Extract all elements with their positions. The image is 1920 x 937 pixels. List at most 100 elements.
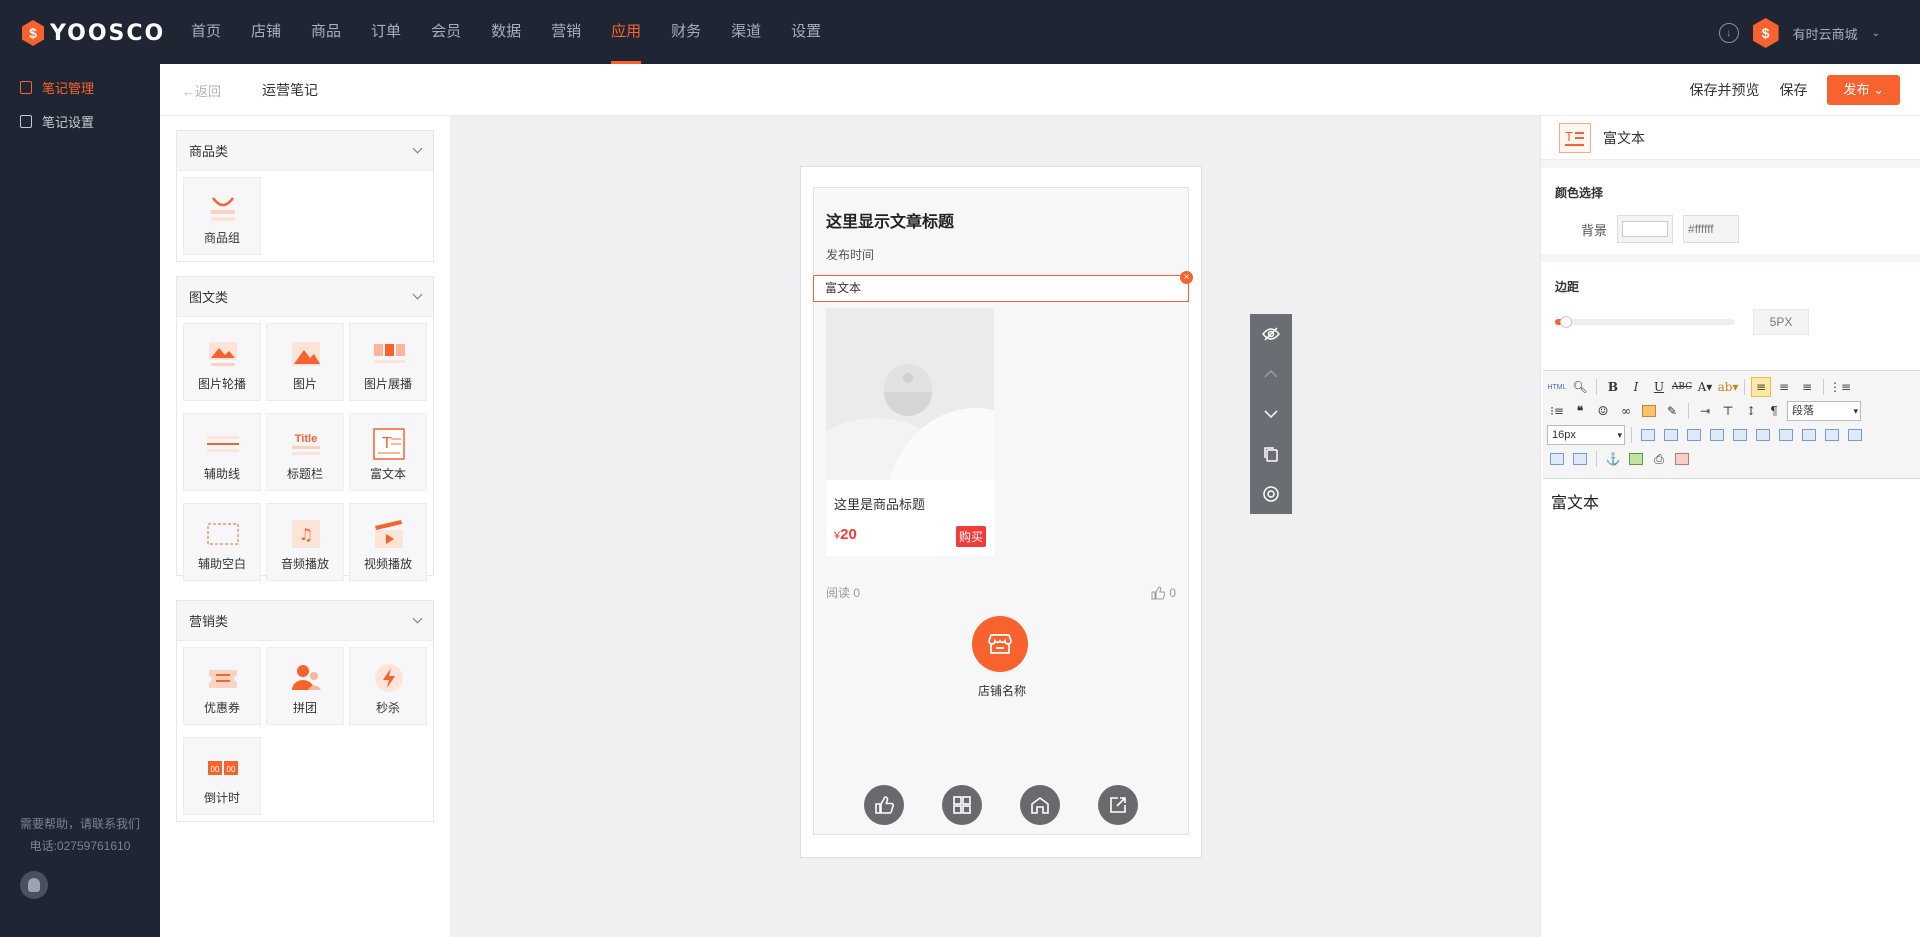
unordered-list-button[interactable]: ⁝≡ <box>1547 401 1567 421</box>
tile-video[interactable]: 视频播放 <box>349 503 427 581</box>
paragraph-spacing-icon[interactable]: ¶ <box>1764 401 1784 421</box>
tile-image[interactable]: 图片 <box>266 323 344 401</box>
ordered-list-button[interactable]: ⋮≡ <box>1829 377 1851 397</box>
paragraph-select[interactable]: 段落 ▾ <box>1787 401 1861 421</box>
table-delete-row-icon[interactable] <box>1730 425 1750 445</box>
tile-flash-sale[interactable]: 秒杀 <box>349 647 427 725</box>
print-icon[interactable]: ⎙ <box>1649 449 1669 469</box>
tile-blank-space[interactable]: 辅助空白 <box>183 503 261 581</box>
eraser-icon[interactable]: ✎ <box>1662 401 1682 421</box>
buy-button[interactable]: 购买 <box>955 526 986 547</box>
group-header[interactable]: 商品类 <box>177 131 433 171</box>
tile-coupon[interactable]: 优惠券 <box>183 647 261 725</box>
nav-item[interactable]: 首页 <box>176 0 236 64</box>
publish-button[interactable]: 发布 ⌄ <box>1827 75 1900 105</box>
map-icon[interactable] <box>1626 449 1646 469</box>
copy-button[interactable] <box>1250 434 1292 474</box>
tile-countdown[interactable]: 00 00 倒计时 <box>183 737 261 815</box>
blockquote-icon[interactable]: ❝ <box>1570 401 1590 421</box>
nav-item[interactable]: 设置 <box>776 0 836 64</box>
table-col-right-icon[interactable] <box>1776 425 1796 445</box>
brand-logo[interactable]: $ YOOSCO <box>22 20 165 46</box>
article-title[interactable]: 这里显示文章标题 <box>826 208 954 232</box>
category-button[interactable] <box>942 785 982 825</box>
hide-button[interactable] <box>1250 314 1292 354</box>
bold-button[interactable]: B <box>1603 377 1623 397</box>
line-height-icon[interactable]: ↕ <box>1741 401 1761 421</box>
back-link[interactable]: ←返回 <box>182 81 221 100</box>
rich-text-block-selected[interactable]: 富文本 × <box>813 271 1193 302</box>
sidebar-item-note-settings[interactable]: 笔记设置 <box>0 104 160 138</box>
shop-icon[interactable] <box>972 616 1028 672</box>
nav-item[interactable]: 数据 <box>476 0 536 64</box>
goods-card[interactable]: 这里是商品标题 ¥20 购买 <box>826 308 994 556</box>
bg-color-picker[interactable] <box>1617 215 1674 243</box>
image-insert-icon[interactable] <box>1639 401 1659 421</box>
tile-image-showcase[interactable]: 图片展播 <box>349 323 427 401</box>
table-col-left-icon[interactable] <box>1753 425 1773 445</box>
strikethrough-button[interactable]: ABC <box>1672 377 1692 397</box>
emoji-icon[interactable]: ☺ <box>1593 401 1613 421</box>
home-button[interactable] <box>1020 785 1060 825</box>
table-split-icon[interactable] <box>1547 449 1567 469</box>
tile-image-carousel[interactable]: 图片轮播 <box>183 323 261 401</box>
link-icon[interactable]: ∞ <box>1616 401 1636 421</box>
like-button[interactable] <box>864 785 904 825</box>
font-color-button[interactable]: A▾ <box>1695 377 1715 397</box>
table-merge-right-icon[interactable] <box>1845 425 1865 445</box>
preview-icon[interactable]: 🔍︎ <box>1570 377 1590 397</box>
settings-button[interactable] <box>1250 474 1292 514</box>
nav-item[interactable]: 渠道 <box>716 0 776 64</box>
share-button[interactable] <box>1098 785 1138 825</box>
align-right-button[interactable]: ≡ <box>1797 377 1817 397</box>
support-avatar-icon[interactable] <box>20 871 48 899</box>
font-size-select[interactable]: 16px ▾ <box>1547 425 1625 445</box>
italic-button[interactable]: I <box>1626 377 1646 397</box>
tile-rich-text[interactable]: T 富文本 <box>349 413 427 491</box>
nav-item[interactable]: 订单 <box>356 0 416 64</box>
move-down-button[interactable] <box>1250 394 1292 434</box>
bg-hex-input[interactable]: #ffffff <box>1683 215 1740 243</box>
table-insert-icon[interactable] <box>1638 425 1658 445</box>
editor-content[interactable]: 富文本 <box>1543 479 1920 523</box>
sidebar-item-note-management[interactable]: 笔记管理 <box>0 70 160 104</box>
tile-divider[interactable]: 辅助线 <box>183 413 261 491</box>
like-count[interactable]: 0 <box>1151 586 1176 600</box>
anchor-icon[interactable]: ⚓ <box>1603 449 1623 469</box>
tile-title-bar[interactable]: Title 标题栏 <box>266 413 344 491</box>
slider-thumb[interactable] <box>1560 316 1573 328</box>
table-split-rows-icon[interactable] <box>1570 449 1590 469</box>
chevron-down-icon[interactable]: ⌄ <box>1872 28 1880 39</box>
nav-item[interactable]: 商品 <box>296 0 356 64</box>
save-preview-button[interactable]: 保存并预览 <box>1689 80 1759 100</box>
underline-button[interactable]: U <box>1649 377 1669 397</box>
store-name[interactable]: 有时云商城 <box>1793 24 1858 43</box>
table-row-above-icon[interactable] <box>1684 425 1704 445</box>
html-source-button[interactable]: HTML <box>1547 377 1567 397</box>
nav-item[interactable]: 会员 <box>416 0 476 64</box>
store-avatar[interactable]: $ <box>1752 18 1779 48</box>
table-merge-icon[interactable] <box>1822 425 1842 445</box>
highlight-color-button[interactable]: ab▾ <box>1718 377 1739 397</box>
vertical-align-icon[interactable]: ⊤ <box>1718 401 1738 421</box>
indent-icon[interactable]: ⇥ <box>1695 401 1715 421</box>
table-delete-col-icon[interactable] <box>1799 425 1819 445</box>
save-button[interactable]: 保存 <box>1779 80 1807 100</box>
align-center-button[interactable]: ≡ <box>1774 377 1794 397</box>
nav-item[interactable]: 应用 <box>596 0 656 64</box>
template-icon[interactable] <box>1672 449 1692 469</box>
table-delete-icon[interactable] <box>1661 425 1681 445</box>
nav-item[interactable]: 店铺 <box>236 0 296 64</box>
tile-group-buy[interactable]: 拼团 <box>266 647 344 725</box>
nav-item[interactable]: 财务 <box>656 0 716 64</box>
tile-goods-group[interactable]: 商品组 <box>183 177 261 255</box>
tile-audio[interactable]: ♫ 音频播放 <box>266 503 344 581</box>
group-header[interactable]: 图文类 <box>177 277 433 317</box>
download-icon[interactable]: ↓ <box>1718 23 1739 43</box>
group-header[interactable]: 营销类 <box>177 601 433 641</box>
close-icon[interactable]: × <box>1180 271 1193 284</box>
nav-item[interactable]: 营销 <box>536 0 596 64</box>
align-left-button[interactable]: ≡ <box>1751 377 1771 397</box>
table-row-below-icon[interactable] <box>1707 425 1727 445</box>
move-up-button[interactable] <box>1250 354 1292 394</box>
